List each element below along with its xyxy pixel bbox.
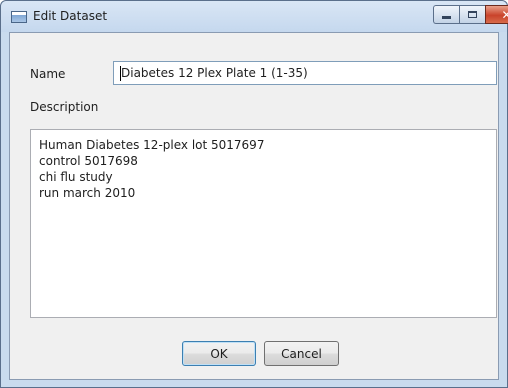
cancel-button[interactable]: Cancel	[264, 341, 339, 366]
window-title: Edit Dataset	[33, 9, 108, 23]
caption-buttons: ✕	[433, 5, 508, 24]
close-icon: ✕	[501, 7, 508, 22]
text-caret	[120, 66, 121, 81]
description-textarea[interactable]: Human Diabetes 12-plex lot 5017697 contr…	[30, 129, 497, 318]
description-line: run march 2010	[39, 186, 136, 200]
description-label: Description	[30, 100, 99, 114]
edit-dataset-window: Edit Dataset ✕ Name Description Human Di…	[0, 0, 508, 388]
description-line: chi flu study	[39, 170, 113, 184]
name-label: Name	[30, 67, 66, 81]
description-line: control 5017698	[39, 154, 138, 168]
close-button[interactable]: ✕	[485, 5, 508, 24]
name-input[interactable]	[113, 61, 497, 85]
minimize-icon	[442, 15, 451, 19]
dialog-content: Name Description Human Diabetes 12-plex …	[9, 32, 499, 380]
window-app-icon[interactable]	[11, 11, 27, 23]
title-bar[interactable]: Edit Dataset ✕	[1, 1, 508, 32]
maximize-button[interactable]	[459, 5, 485, 24]
minimize-button[interactable]	[433, 5, 459, 24]
description-line: Human Diabetes 12-plex lot 5017697	[39, 138, 265, 152]
ok-button[interactable]: OK	[182, 341, 256, 366]
maximize-icon	[468, 11, 477, 18]
